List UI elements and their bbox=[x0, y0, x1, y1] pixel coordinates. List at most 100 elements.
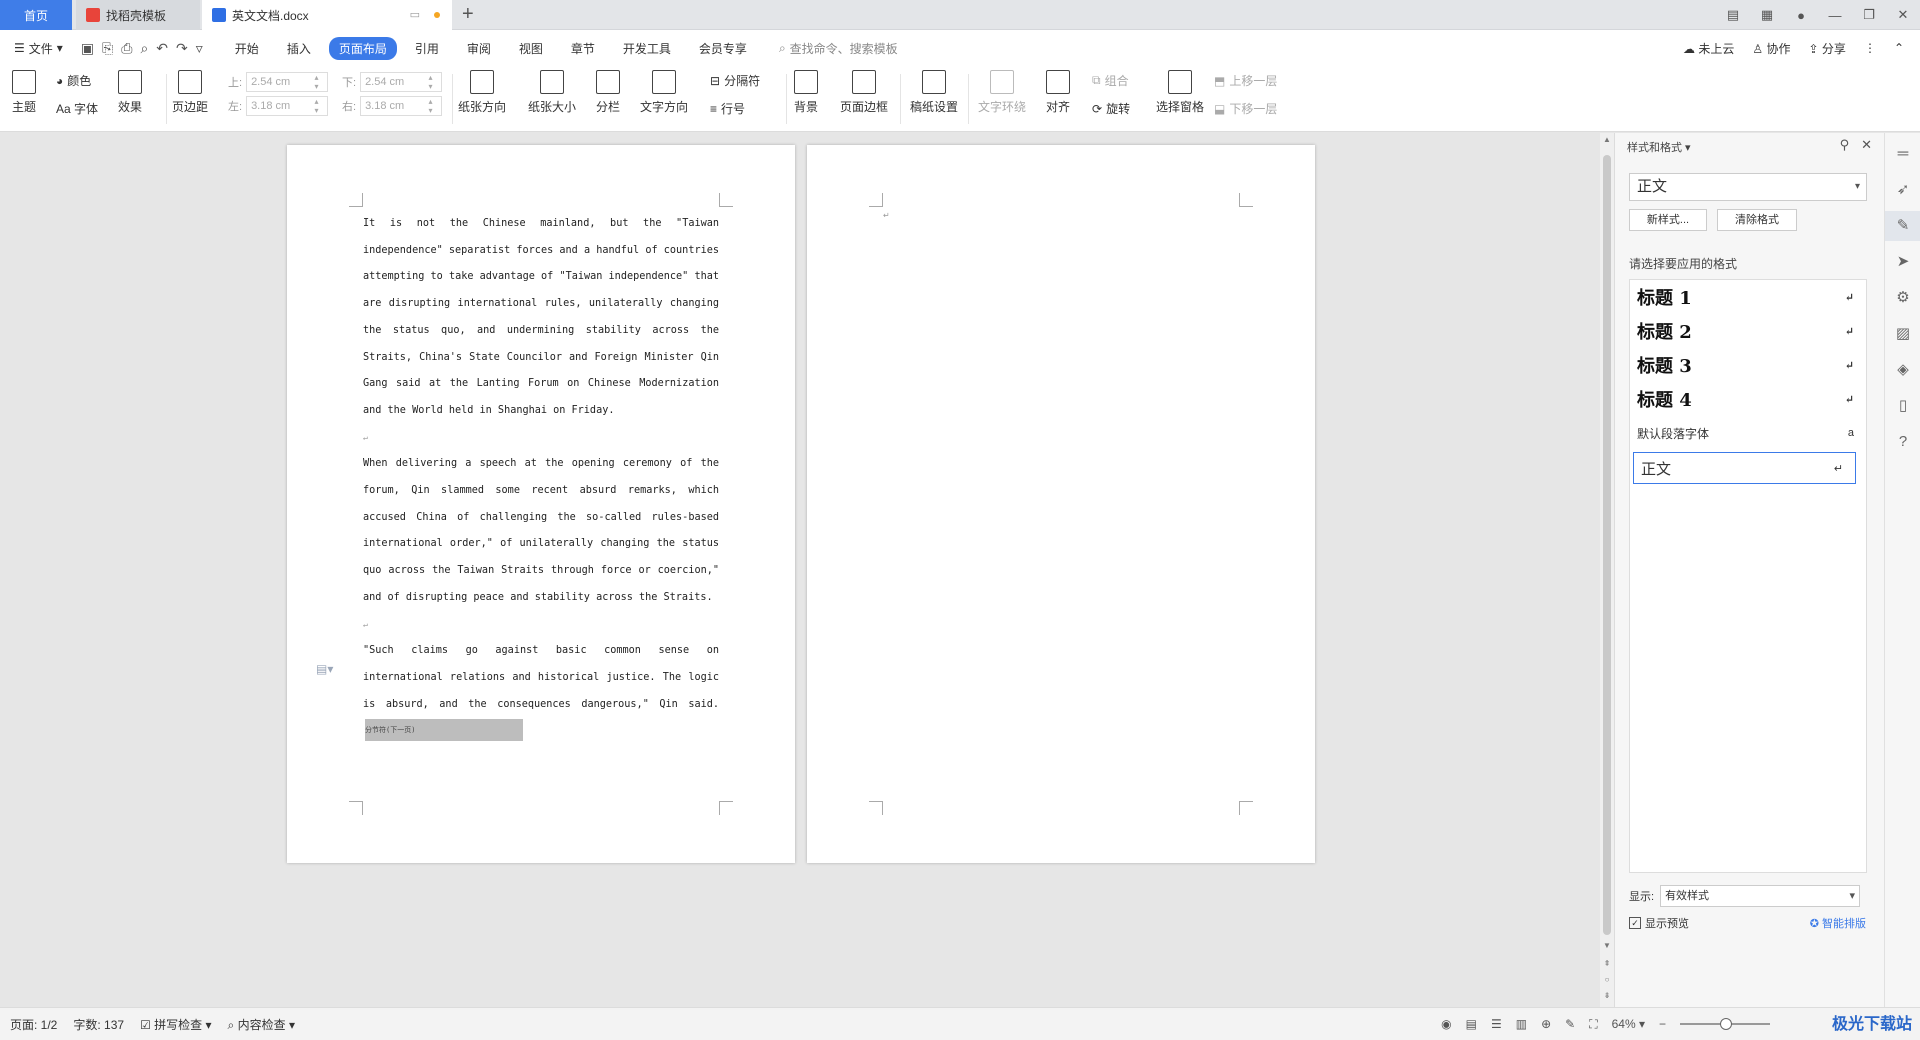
page-1[interactable]: It is not the Chinese mainland, but the … bbox=[287, 145, 795, 863]
margin-top-value[interactable]: 2.54 cm bbox=[246, 72, 329, 92]
page-2[interactable]: ↵ bbox=[807, 145, 1315, 863]
customize-icon[interactable]: ▿ bbox=[196, 40, 203, 57]
tab-developer[interactable]: 开发工具 bbox=[613, 37, 681, 60]
tab-document[interactable]: 英文文档.docx ▭ bbox=[202, 0, 452, 30]
breaks-button[interactable]: ⊟ 分隔符 bbox=[710, 72, 760, 89]
new-tab-button[interactable]: + bbox=[462, 3, 474, 26]
tab-page-layout[interactable]: 页面布局 bbox=[328, 36, 397, 60]
tab-member[interactable]: 会员专享 bbox=[689, 37, 757, 60]
vertical-scrollbar[interactable]: ▲ ▼ ⇞ ○ ⇟ bbox=[1600, 133, 1614, 1007]
tab-home[interactable]: 首页 bbox=[0, 0, 72, 30]
pin-icon[interactable]: ⚲ bbox=[1840, 137, 1850, 153]
restore-button[interactable]: ❐ bbox=[1852, 7, 1886, 23]
margin-right-value[interactable]: 3.18 cm bbox=[360, 96, 443, 116]
margins-button[interactable]: 页边距 bbox=[172, 70, 208, 115]
style-heading-2[interactable]: 标题 2 ↵ bbox=[1630, 314, 1866, 348]
word-count[interactable]: 字数: 137 bbox=[73, 1016, 124, 1033]
book-icon[interactable]: ▯ bbox=[1885, 391, 1920, 421]
paragraph-handle-icon[interactable]: ▤▾ bbox=[316, 662, 333, 676]
theme-button[interactable]: 主题 bbox=[12, 70, 36, 115]
rocket-icon[interactable]: ➶ bbox=[1885, 175, 1920, 205]
paragraph[interactable]: When delivering a speech at the opening … bbox=[363, 451, 719, 611]
align-button[interactable]: 对齐 bbox=[1046, 70, 1070, 115]
next-page-icon[interactable]: ⇟ bbox=[1600, 991, 1614, 1000]
tab-view[interactable]: 视图 bbox=[509, 37, 553, 60]
collaborate-button[interactable]: ♙ 协作 bbox=[1752, 40, 1790, 57]
help-icon[interactable]: ? bbox=[1885, 427, 1920, 457]
save-icon[interactable]: ▣ bbox=[81, 40, 94, 57]
style-heading-1[interactable]: 标题 1 ↵ bbox=[1630, 280, 1866, 314]
more-icon[interactable]: ⋮ bbox=[1864, 41, 1876, 55]
prev-page-icon[interactable]: ⇞ bbox=[1600, 959, 1614, 968]
navigation-compass-icon[interactable]: ◈ bbox=[1885, 355, 1920, 385]
scroll-down-icon[interactable]: ▼ bbox=[1600, 941, 1614, 950]
print-preview-icon[interactable]: ⌕ bbox=[140, 40, 148, 57]
margin-top-field[interactable]: 上: 2.54 cm bbox=[228, 72, 329, 92]
group-button[interactable]: ⧉ 组合 bbox=[1092, 72, 1129, 89]
collapse-strip-icon[interactable]: ═ bbox=[1885, 139, 1920, 169]
font-button[interactable]: Aa 字体 bbox=[56, 100, 98, 117]
collapse-ribbon-icon[interactable]: ⌃ bbox=[1894, 41, 1904, 55]
tab-chapter[interactable]: 章节 bbox=[561, 37, 605, 60]
file-menu[interactable]: ☰ 文件 ▾ bbox=[14, 40, 63, 57]
write-view-icon[interactable]: ✎ bbox=[1565, 1017, 1575, 1031]
columns-button[interactable]: 分栏 bbox=[596, 70, 620, 115]
cloud-status[interactable]: ☁ 未上云 bbox=[1683, 40, 1734, 57]
style-normal[interactable]: 正文 ↵ bbox=[1633, 452, 1856, 484]
page-view-icon[interactable]: ▤ bbox=[1466, 1017, 1477, 1031]
outline-view-icon[interactable]: ☰ bbox=[1491, 1017, 1502, 1031]
minimize-button[interactable]: — bbox=[1818, 8, 1852, 23]
paragraph[interactable]: "Such claims go against basic common sen… bbox=[363, 645, 719, 709]
tab-review[interactable]: 审阅 bbox=[457, 37, 501, 60]
monitor-icon[interactable]: ▭ bbox=[410, 8, 420, 21]
margin-right-field[interactable]: 右: 3.18 cm bbox=[342, 96, 443, 116]
scroll-up-icon[interactable]: ▲ bbox=[1600, 135, 1614, 144]
wrap-text-button[interactable]: 文字环绕 bbox=[978, 70, 1026, 115]
select-browse-icon[interactable]: ○ bbox=[1600, 975, 1614, 984]
new-style-button[interactable]: 新样式... bbox=[1629, 209, 1707, 231]
spell-check-button[interactable]: ☑ 拼写检查 ▾ bbox=[140, 1016, 211, 1033]
style-heading-4[interactable]: 标题 4 ↵ bbox=[1630, 382, 1866, 416]
cursor-select-icon[interactable]: ➤ bbox=[1885, 247, 1920, 277]
bring-forward-button[interactable]: ⬒ 上移一层 bbox=[1214, 72, 1277, 89]
background-button[interactable]: 背景 bbox=[794, 70, 818, 115]
close-icon[interactable]: ✕ bbox=[1861, 137, 1872, 153]
tab-start[interactable]: 开始 bbox=[225, 37, 269, 60]
show-select[interactable]: 有效样式 bbox=[1660, 885, 1861, 907]
style-default-paragraph-font[interactable]: 默认段落字体 a bbox=[1630, 416, 1866, 450]
settings-sliders-icon[interactable]: ⚙ bbox=[1885, 283, 1920, 313]
margin-bottom-field[interactable]: 下: 2.54 cm bbox=[342, 72, 443, 92]
eye-protection-icon[interactable]: ◉ bbox=[1441, 1017, 1451, 1031]
text-direction-button[interactable]: 文字方向 bbox=[640, 70, 688, 115]
page-border-button[interactable]: 页面边框 bbox=[840, 70, 888, 115]
effect-button[interactable]: 效果 bbox=[118, 70, 142, 115]
print-icon[interactable]: ⎙ bbox=[121, 40, 132, 57]
styles-panel-title[interactable]: 样式和格式 ▾ bbox=[1627, 139, 1691, 155]
undo-icon[interactable]: ↶ bbox=[156, 40, 168, 57]
styles-pen-icon[interactable]: ✎ bbox=[1885, 211, 1920, 241]
tab-references[interactable]: 引用 bbox=[405, 37, 449, 60]
margin-left-value[interactable]: 3.18 cm bbox=[246, 96, 329, 116]
selection-pane-button[interactable]: 选择窗格 bbox=[1156, 70, 1204, 115]
smart-layout-link[interactable]: ✪ 智能排版 bbox=[1810, 915, 1866, 931]
rotate-button[interactable]: ⟳ 旋转 bbox=[1092, 100, 1130, 117]
send-backward-button[interactable]: ⬓ 下移一层 bbox=[1214, 100, 1277, 117]
paper-size-button[interactable]: 纸张大小 bbox=[528, 70, 576, 115]
page-indicator[interactable]: 页面: 1/2 bbox=[10, 1016, 57, 1033]
style-heading-3[interactable]: 标题 3 ↵ bbox=[1630, 348, 1866, 382]
zoom-slider[interactable] bbox=[1680, 1018, 1770, 1030]
apps-grid-icon[interactable]: ▦ bbox=[1750, 7, 1784, 23]
clear-format-button[interactable]: 清除格式 bbox=[1717, 209, 1797, 231]
margin-left-field[interactable]: 左: 3.18 cm bbox=[228, 96, 329, 116]
avatar[interactable]: ● bbox=[1784, 8, 1818, 23]
export-pdf-icon[interactable]: ⎘ bbox=[102, 40, 113, 57]
close-button[interactable]: ✕ bbox=[1886, 7, 1920, 23]
paragraph-last[interactable]: "Such claims go against basic common sen… bbox=[363, 638, 719, 745]
web-view-icon[interactable]: ⊕ bbox=[1541, 1017, 1551, 1031]
document-body[interactable]: It is not the Chinese mainland, but the … bbox=[363, 211, 719, 745]
zoom-out-icon[interactable]: − bbox=[1659, 1017, 1666, 1031]
redo-icon[interactable]: ↷ bbox=[176, 40, 188, 57]
show-preview-checkbox[interactable]: ✓ 显示预览 bbox=[1629, 915, 1689, 931]
margin-bottom-value[interactable]: 2.54 cm bbox=[360, 72, 443, 92]
reading-view-icon[interactable]: ▥ bbox=[1516, 1017, 1527, 1031]
